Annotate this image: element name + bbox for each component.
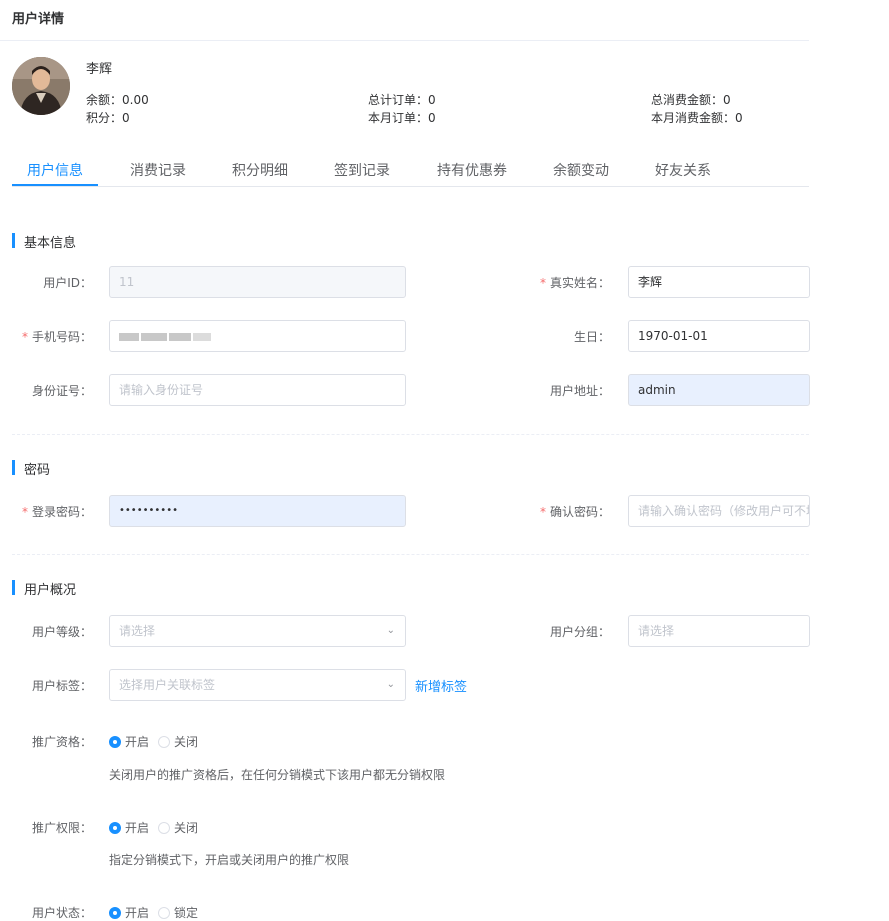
- radio-option-enable[interactable]: 开启: [109, 821, 149, 835]
- birthday-field[interactable]: 1970-01-01: [628, 320, 810, 352]
- login-password-field[interactable]: ••••••••••: [109, 495, 406, 527]
- user-level-placeholder: 请选择: [119, 624, 156, 638]
- tab-consumption-records[interactable]: 消费记录: [130, 160, 186, 180]
- section-title-password: 密码: [24, 463, 51, 478]
- tab-coupons[interactable]: 持有优惠券: [437, 160, 507, 180]
- section-divider: [12, 434, 809, 435]
- stat-total-orders: 总计订单：0: [368, 93, 436, 107]
- user-name: 李辉: [86, 62, 113, 77]
- tab-points-detail[interactable]: 积分明细: [232, 160, 288, 180]
- radio-checked[interactable]: [109, 822, 121, 834]
- radio-option-enable[interactable]: 开启: [109, 735, 149, 749]
- stat-month-orders: 本月订单：0: [368, 111, 436, 125]
- section-marker: [12, 460, 15, 475]
- chevron-down-icon: ⌄: [386, 625, 395, 636]
- radio-checked[interactable]: [109, 907, 121, 919]
- page-title: 用户详情: [12, 12, 65, 27]
- real-name-field[interactable]: 李辉: [628, 266, 810, 298]
- stat-month-spent: 本月消费金额：0: [651, 111, 743, 125]
- radio-option-lock[interactable]: 锁定: [158, 906, 198, 920]
- phone-field[interactable]: [109, 320, 406, 352]
- address-field[interactable]: admin: [628, 374, 810, 406]
- confirm-password-field[interactable]: 请输入确认密码（修改用户可不填: [628, 495, 810, 527]
- user-status-radio-group: 开启 锁定: [109, 904, 207, 921]
- stat-total-spent: 总消费金额：0: [651, 93, 731, 107]
- required-mark: *: [539, 505, 546, 519]
- radio-checked[interactable]: [109, 736, 121, 748]
- radio-unchecked[interactable]: [158, 822, 171, 834]
- chevron-down-icon: ⌄: [386, 679, 395, 690]
- radio-option-disable[interactable]: 关闭: [158, 821, 198, 835]
- radio-unchecked[interactable]: [158, 736, 171, 748]
- promo-qualification-radio-group: 开启 关闭: [109, 733, 207, 750]
- user-tags-placeholder: 选择用户关联标签: [119, 678, 216, 692]
- birthday-label: 生日：: [573, 330, 610, 344]
- phone-label: * 手机号码：: [21, 330, 92, 344]
- section-title-basic: 基本信息: [24, 236, 77, 251]
- radio-option-disable[interactable]: 关闭: [158, 735, 198, 749]
- required-mark: *: [21, 330, 28, 344]
- redacted-text: [119, 332, 139, 341]
- id-card-field[interactable]: 请输入身份证号: [109, 374, 406, 406]
- user-tags-select[interactable]: 选择用户关联标签 ⌄: [109, 669, 406, 701]
- tab-balance-changes[interactable]: 余额变动: [553, 160, 609, 180]
- tab-friends[interactable]: 好友关系: [655, 160, 711, 180]
- promo-qualification-hint: 关闭用户的推广资格后，在任何分销模式下该用户都无分销权限: [109, 768, 446, 782]
- user-group-label: 用户分组：: [549, 625, 610, 639]
- add-tag-link[interactable]: 新增标签: [415, 676, 467, 695]
- promo-permission-label: 推广权限：: [31, 821, 92, 835]
- promo-qualification-label: 推广资格：: [31, 735, 92, 749]
- tab-sign-in-records[interactable]: 签到记录: [334, 160, 390, 180]
- confirm-password-label: * 确认密码：: [539, 505, 610, 519]
- real-name-label: * 真实姓名：: [539, 276, 610, 290]
- address-label: 用户地址：: [549, 384, 610, 398]
- section-marker: [12, 580, 15, 595]
- user-id-field[interactable]: 11: [109, 266, 406, 298]
- required-mark: *: [539, 276, 546, 290]
- section-title-overview: 用户概况: [24, 583, 77, 598]
- tab-user-info[interactable]: 用户信息: [27, 160, 83, 180]
- divider: [0, 40, 809, 41]
- promo-permission-radio-group: 开启 关闭: [109, 819, 207, 836]
- user-id-label: 用户ID：: [43, 276, 92, 290]
- user-level-label: 用户等级：: [31, 625, 92, 639]
- section-divider: [12, 554, 809, 555]
- user-tags-label: 用户标签：: [31, 679, 92, 693]
- tabs-baseline: [12, 186, 809, 187]
- user-group-select[interactable]: 请选择: [628, 615, 810, 647]
- login-password-label: * 登录密码：: [21, 505, 92, 519]
- avatar: [12, 57, 70, 115]
- id-card-placeholder: 请输入身份证号: [119, 383, 204, 397]
- radio-unchecked[interactable]: [158, 907, 171, 919]
- user-level-select[interactable]: 请选择 ⌄: [109, 615, 406, 647]
- confirm-password-placeholder: 请输入确认密码（修改用户可不填: [638, 504, 810, 518]
- promo-permission-hint: 指定分销模式下，开启或关闭用户的推广权限: [109, 853, 350, 867]
- section-marker: [12, 233, 15, 248]
- user-status-label: 用户状态：: [31, 906, 92, 920]
- stat-points: 积分：0: [86, 111, 130, 125]
- stat-balance: 余额：0.00: [86, 93, 149, 107]
- user-group-placeholder: 请选择: [638, 624, 675, 638]
- required-mark: *: [21, 505, 28, 519]
- radio-option-enable[interactable]: 开启: [109, 906, 149, 920]
- id-card-label: 身份证号：: [31, 384, 92, 398]
- tab-active-indicator: [12, 184, 98, 186]
